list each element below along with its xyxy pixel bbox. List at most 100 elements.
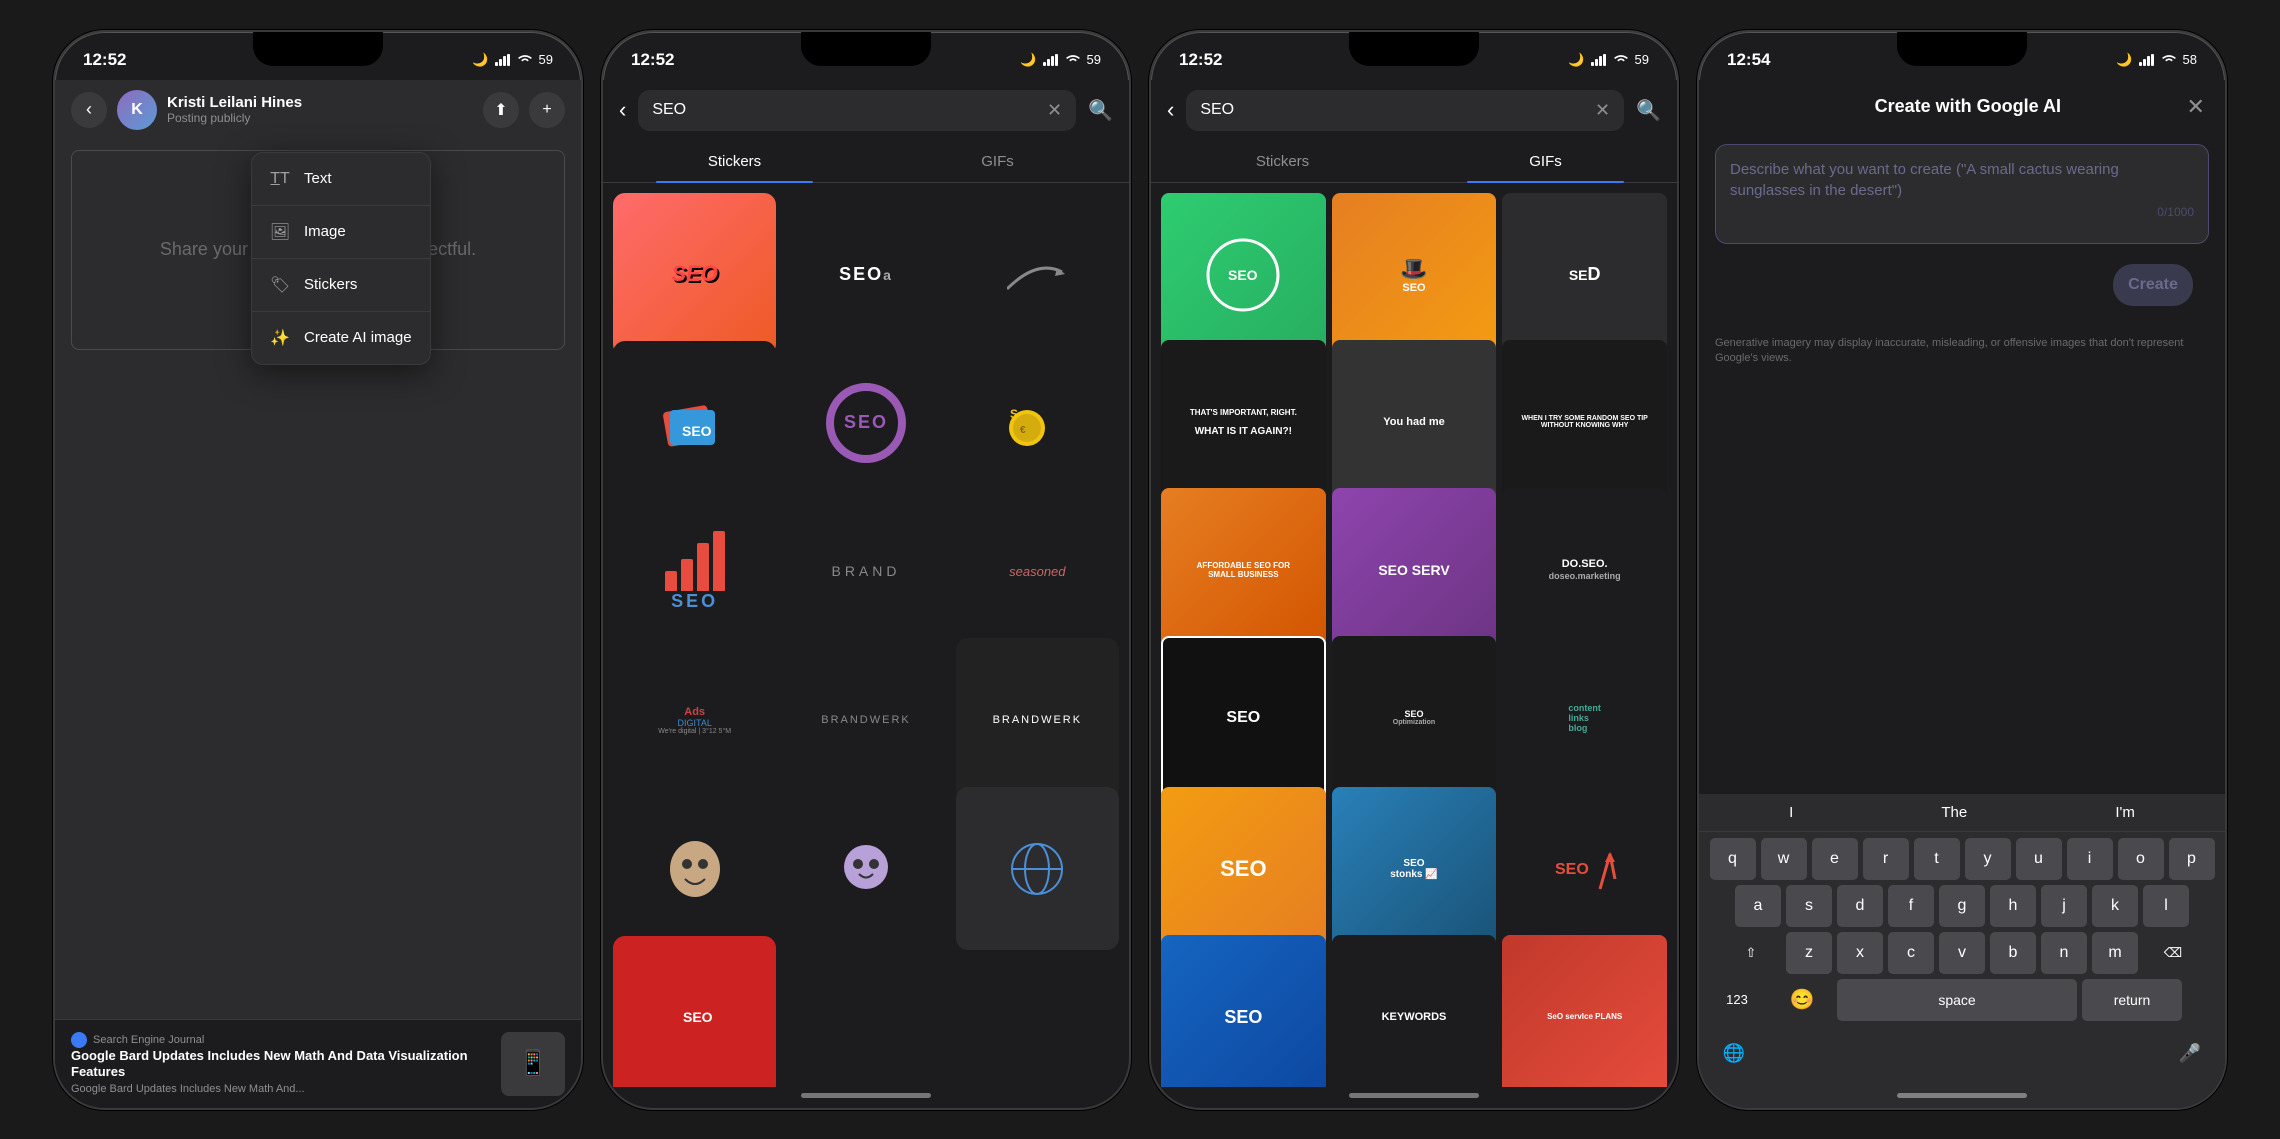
create-button[interactable]: Create	[2113, 264, 2193, 306]
key-k[interactable]: k	[2092, 885, 2138, 927]
gif-random-tip[interactable]: WHEN I TRY SOME RANDOM SEO TIP WITHOUT K…	[1502, 340, 1667, 505]
key-mic[interactable]: 🎤	[2167, 1033, 2213, 1075]
key-e[interactable]: e	[1812, 838, 1858, 880]
key-y[interactable]: y	[1965, 838, 2011, 880]
key-g[interactable]: g	[1939, 885, 1985, 927]
gif-seo-chart[interactable]: SEO Optimization	[1332, 636, 1497, 801]
sticker-seo-circle[interactable]: SEO	[784, 341, 947, 504]
key-o[interactable]: o	[2118, 838, 2164, 880]
key-h[interactable]: h	[1990, 885, 2036, 927]
back-button[interactable]: ‹	[71, 92, 107, 128]
key-f[interactable]: f	[1888, 885, 1934, 927]
sticker-seo-white[interactable]: SEOa	[784, 193, 947, 356]
key-emoji[interactable]: 😊	[1772, 979, 1832, 1021]
gif-thats-important[interactable]: THAT'S IMPORTANT, RIGHT.WHAT IS IT AGAIN…	[1161, 340, 1326, 505]
key-n[interactable]: n	[2041, 932, 2087, 974]
home-indicator-4	[1897, 1093, 2027, 1098]
gif-seo-box[interactable]: SEO	[1161, 636, 1326, 801]
gif-seo-woman[interactable]: SED	[1502, 193, 1667, 358]
gif-seo-service-plans[interactable]: SeO servIce PLANS	[1502, 935, 1667, 1087]
sticker-ads[interactable]: Ads DIGITAL We're digital | 3°12 5°M	[613, 638, 776, 801]
key-z[interactable]: z	[1786, 932, 1832, 974]
gif-seo-gold[interactable]: SEO	[1161, 787, 1326, 952]
back-button-2[interactable]: ‹	[619, 97, 626, 123]
key-space[interactable]: space	[1837, 979, 2077, 1021]
sticker-brandwerk-1[interactable]: BRANDWERK	[784, 638, 947, 801]
key-x[interactable]: x	[1837, 932, 1883, 974]
sticker-seo-chart[interactable]: SEO	[613, 490, 776, 653]
sticker-seasoned[interactable]: seasoned	[956, 490, 1119, 653]
key-w[interactable]: w	[1761, 838, 1807, 880]
key-shift[interactable]: ⇧	[1721, 932, 1781, 974]
share-button[interactable]: ⬆	[483, 92, 519, 128]
sticker-seo-cards[interactable]: SEO	[613, 341, 776, 504]
gif-seo-stonks[interactable]: SEOstonks 📈	[1332, 787, 1497, 952]
back-button-3[interactable]: ‹	[1167, 97, 1174, 123]
sticker-globe[interactable]	[956, 787, 1119, 950]
clear-button-2[interactable]: ✕	[1047, 100, 1062, 121]
gif-you-had-me[interactable]: You had me	[1332, 340, 1497, 505]
key-j[interactable]: j	[2041, 885, 2087, 927]
search-bar-2[interactable]: SEO ✕	[638, 90, 1076, 131]
key-return[interactable]: return	[2082, 979, 2182, 1021]
gif-seo-arrow[interactable]: SEO	[1502, 787, 1667, 952]
dropdown-text[interactable]: T̲T Text	[252, 153, 430, 206]
key-l[interactable]: l	[2143, 885, 2189, 927]
ai-textarea[interactable]: Describe what you want to create ("A sma…	[1715, 144, 2209, 244]
sticker-seo-arrow[interactable]	[956, 193, 1119, 356]
suggestion-the[interactable]: The	[1941, 804, 1967, 821]
tab-gifs-3[interactable]: GIFs	[1414, 141, 1677, 182]
add-button[interactable]: +	[529, 92, 565, 128]
sticker-brand[interactable]: BRAND	[784, 490, 947, 653]
key-u[interactable]: u	[2016, 838, 2062, 880]
gif-seo-circle[interactable]: SEO GIF 01	[1161, 193, 1326, 358]
user-name: Kristi Leilani Hines	[167, 94, 473, 111]
gif-seo-magic[interactable]: 🎩 SEO SOME MAGIC	[1332, 193, 1497, 358]
sticker-brandwerk-2[interactable]: BRANDWERK	[956, 638, 1119, 801]
svg-text:SEO: SEO	[682, 423, 712, 439]
close-button[interactable]: ✕	[2187, 94, 2205, 120]
suggestion-im[interactable]: I'm	[2115, 804, 2135, 821]
key-backspace[interactable]: ⌫	[2143, 932, 2203, 974]
sticker-red-circle[interactable]: SEO	[613, 936, 776, 1087]
gif-seo-services[interactable]: SEO SERV	[1332, 488, 1497, 653]
key-globe[interactable]: 🌐	[1711, 1033, 1757, 1075]
home-indicator-3	[1349, 1093, 1479, 1098]
key-i[interactable]: i	[2067, 838, 2113, 880]
key-t[interactable]: t	[1914, 838, 1960, 880]
sticker-anime-2[interactable]	[784, 787, 947, 950]
tab-stickers-3[interactable]: Stickers	[1151, 141, 1414, 182]
wifi-icon-1	[517, 54, 533, 66]
gif-keywords[interactable]: KEYWORDS	[1332, 935, 1497, 1087]
dropdown-menu: T̲T Text 🖼 Image 🏷 Stickers ✨ Create AI …	[251, 152, 431, 365]
key-p[interactable]: p	[2169, 838, 2215, 880]
anime1-svg	[665, 839, 725, 899]
key-r[interactable]: r	[1863, 838, 1909, 880]
gif-content[interactable]: contentlinksblog	[1502, 636, 1667, 801]
key-q[interactable]: q	[1710, 838, 1756, 880]
clear-button-3[interactable]: ✕	[1595, 100, 1610, 121]
search-button-2[interactable]: 🔍	[1088, 98, 1113, 123]
gif-affordable[interactable]: AFFORDABLE SEO FORSMALL BUSINESS	[1161, 488, 1326, 653]
search-bar-3[interactable]: SEO ✕	[1186, 90, 1624, 131]
dropdown-stickers[interactable]: 🏷 Stickers	[252, 259, 430, 312]
tab-stickers-2[interactable]: Stickers	[603, 141, 866, 182]
key-123[interactable]: 123	[1707, 979, 1767, 1021]
search-button-3[interactable]: 🔍	[1636, 98, 1661, 123]
dropdown-image[interactable]: 🖼 Image	[252, 206, 430, 259]
suggestion-i[interactable]: I	[1789, 804, 1793, 821]
key-s[interactable]: s	[1786, 885, 1832, 927]
gif-seo-blue[interactable]: SEO	[1161, 935, 1326, 1087]
sticker-seo-red[interactable]: SEO	[613, 193, 776, 356]
key-c[interactable]: c	[1888, 932, 1934, 974]
key-d[interactable]: d	[1837, 885, 1883, 927]
key-m[interactable]: m	[2092, 932, 2138, 974]
sticker-anime-1[interactable]	[613, 787, 776, 950]
gif-do-seo[interactable]: DO.SEO.doseo.marketing	[1502, 488, 1667, 653]
key-b[interactable]: b	[1990, 932, 2036, 974]
tab-gifs-2[interactable]: GIFs	[866, 141, 1129, 182]
sticker-seo-coins[interactable]: € S	[956, 341, 1119, 504]
key-a[interactable]: a	[1735, 885, 1781, 927]
key-v[interactable]: v	[1939, 932, 1985, 974]
dropdown-ai[interactable]: ✨ Create AI image	[252, 312, 430, 364]
